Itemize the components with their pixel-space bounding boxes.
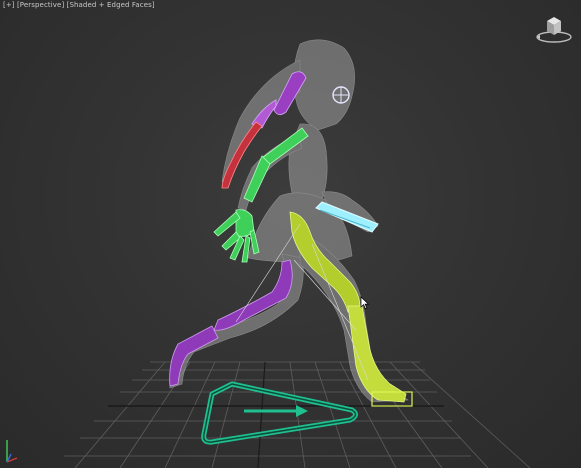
back-leg-bones[interactable] bbox=[169, 259, 293, 387]
mouse-cursor-icon bbox=[360, 296, 370, 310]
grid-axis-y bbox=[257, 361, 266, 468]
axis-tripod-icon bbox=[6, 440, 18, 463]
scene-canvas[interactable] bbox=[0, 0, 581, 468]
head-control[interactable] bbox=[332, 86, 350, 104]
front-leg-bones[interactable] bbox=[289, 211, 413, 407]
perspective-viewport[interactable]: [+] [Perspective] [Shaded + Edged Faces] bbox=[0, 0, 581, 468]
